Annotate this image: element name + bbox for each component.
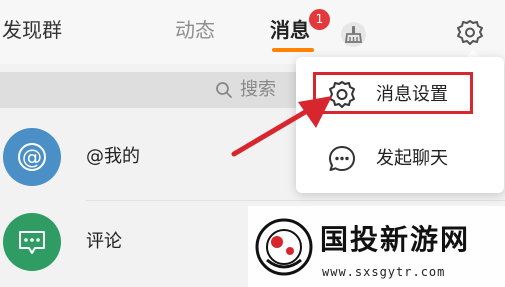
broom-icon[interactable] <box>341 22 366 47</box>
unread-badge: 1 <box>309 9 330 30</box>
top-header: 发现群 动态 消息 1 <box>0 0 505 64</box>
tab-dynamics[interactable]: 动态 <box>175 16 215 44</box>
comment-icon <box>3 213 61 271</box>
list-item-label: @我的 <box>86 146 140 167</box>
watermark-logo-icon <box>253 216 315 278</box>
active-tab-indicator <box>272 48 314 52</box>
menu-item-label: 发起聊天 <box>376 148 448 169</box>
watermark-url: www.sxsgytr.com <box>322 265 446 279</box>
watermark-title: 国投新游网 <box>320 223 471 256</box>
tab-messages[interactable]: 消息 <box>270 16 310 44</box>
gear-icon[interactable] <box>455 18 485 48</box>
at-icon: @ <box>3 128 61 186</box>
list-divider <box>86 200 505 201</box>
annotation-arrow-icon <box>228 88 338 160</box>
message-screen: 发现群 动态 消息 1 搜索 @ @我的 评论 消息设置 发起聊天 国投新游网 … <box>0 0 505 287</box>
svg-text:@: @ <box>22 145 42 169</box>
discover-group-link[interactable]: 发现群 <box>2 16 62 44</box>
list-item-label: 评论 <box>86 231 122 252</box>
